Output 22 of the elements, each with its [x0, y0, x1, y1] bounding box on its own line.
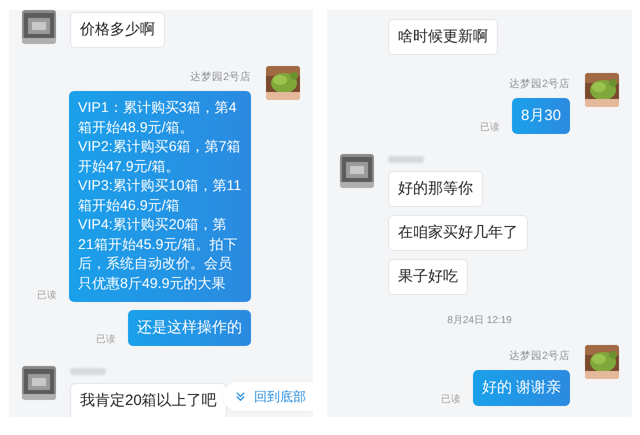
- double-chevron-icon: [235, 391, 246, 402]
- sender-name: 达梦园2号店: [190, 70, 251, 84]
- timestamp: 8月24日 12:19: [447, 314, 512, 327]
- read-status: 已读: [96, 333, 116, 346]
- message-bubble: 8月30: [512, 98, 570, 134]
- read-status: 已读: [440, 393, 461, 406]
- read-status: 已读: [37, 289, 57, 302]
- read-status: 已读: [480, 121, 500, 134]
- message-bubble: 好的那等你: [388, 171, 483, 207]
- message-bubble: 在咱家买好几年了: [388, 215, 528, 251]
- message-bubble: 还是这样操作的: [128, 310, 251, 346]
- scroll-to-bottom-button[interactable]: 回到底部: [223, 382, 313, 411]
- message-bubble: 好的 谢谢亲: [472, 370, 570, 406]
- blurred-name: [70, 368, 106, 375]
- sender-name: 达梦园2号店: [509, 77, 570, 91]
- sender-name: 达梦园2号店: [509, 349, 570, 363]
- message-bubble: 啥时候更新啊: [388, 19, 498, 55]
- message-bubble: 我肯定20箱以上了吧: [70, 383, 227, 417]
- message-bubble: 价格多少啊: [70, 12, 165, 48]
- message-bubble: VIP1：累计购买3箱，第4箱开始48.9元/箱。 VIP2:累计购买6箱，第7箱开始47.9元/箱。 VIP3:累计购买10箱，第11箱开始46.9元/箱 VIP4:累计购买20箱，第21箱开始45.9元/箱。拍下后，系统自动改价。会员只优惠8斤49.9元的大果: [69, 91, 251, 302]
- message-bubble: 果子好吃: [388, 259, 468, 295]
- blurred-name: [388, 156, 424, 163]
